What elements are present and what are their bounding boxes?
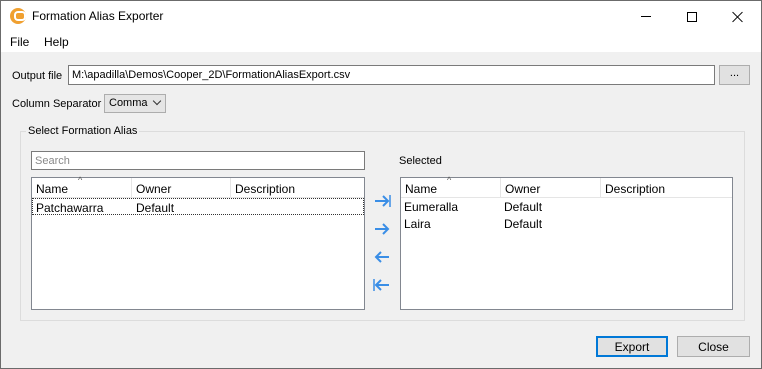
- column-description-header[interactable]: Description: [231, 178, 364, 198]
- close-window-button[interactable]: [715, 1, 761, 32]
- move-all-right-button[interactable]: [371, 219, 393, 239]
- selected-list-header: ^ Name Owner Description: [401, 175, 732, 198]
- column-owner-label: Owner: [505, 182, 541, 196]
- column-description-label: Description: [235, 182, 296, 196]
- available-list[interactable]: ^ Name Owner Description Patchawarra Def…: [31, 175, 365, 310]
- selected-row[interactable]: Laira Default: [401, 215, 732, 232]
- exporter-window: Formation Alias Exporter File Help Outpu…: [0, 0, 762, 369]
- selected-list[interactable]: ^ Name Owner Description Eumeralla Defau…: [400, 175, 733, 310]
- move-right-icon: [375, 195, 391, 207]
- row-owner: Default: [504, 217, 543, 231]
- move-left-button[interactable]: [371, 247, 393, 267]
- column-name-header[interactable]: ^ Name: [401, 175, 501, 198]
- window-title: Formation Alias Exporter: [32, 9, 164, 23]
- column-separator-select[interactable]: Comma: [104, 94, 166, 113]
- menu-bar: File Help: [1, 32, 761, 52]
- move-right-button[interactable]: [371, 191, 393, 211]
- row-name: Eumeralla: [404, 200, 459, 214]
- column-name-label: Name: [405, 182, 438, 196]
- search-input[interactable]: [31, 151, 365, 170]
- column-owner-header[interactable]: Owner: [132, 178, 231, 198]
- chevron-down-icon: [152, 96, 162, 106]
- row-owner: Default: [504, 200, 543, 214]
- column-separator-value: Comma: [109, 97, 148, 109]
- column-name-label: Name: [36, 182, 69, 196]
- available-list-header: ^ Name Owner Description: [32, 175, 364, 198]
- column-owner-label: Owner: [136, 182, 172, 196]
- column-description-header[interactable]: Description: [601, 178, 732, 198]
- minimize-icon: [641, 16, 651, 17]
- selected-label: Selected: [399, 155, 442, 167]
- row-owner: Default: [136, 201, 175, 215]
- app-logo-icon: [10, 8, 26, 24]
- group-title: Select Formation Alias: [26, 125, 140, 137]
- row-name: Laira: [404, 217, 431, 231]
- column-description-label: Description: [605, 182, 666, 196]
- sort-up-icon: ^: [447, 175, 452, 185]
- row-name: Patchawarra: [36, 201, 104, 215]
- move-all-right-icon: [375, 223, 390, 235]
- output-file-label: Output file: [12, 70, 63, 82]
- browse-button[interactable]: ...: [719, 65, 750, 85]
- maximize-icon: [687, 11, 697, 22]
- column-name-header[interactable]: ^ Name: [32, 175, 132, 198]
- close-button[interactable]: Close: [677, 336, 750, 357]
- export-button[interactable]: Export: [596, 336, 668, 357]
- move-all-left-button[interactable]: [371, 275, 393, 295]
- move-all-left-icon: [373, 279, 389, 291]
- column-separator-label: Column Separator: [12, 98, 102, 110]
- output-file-input[interactable]: [68, 65, 715, 85]
- title-bar: Formation Alias Exporter: [1, 1, 761, 32]
- menu-file[interactable]: File: [10, 35, 29, 49]
- selected-row[interactable]: Eumeralla Default: [401, 198, 732, 215]
- maximize-button[interactable]: [669, 1, 715, 32]
- sort-up-icon: ^: [78, 175, 83, 185]
- menu-help[interactable]: Help: [44, 35, 69, 49]
- close-icon: [732, 11, 744, 23]
- column-owner-header[interactable]: Owner: [501, 178, 601, 198]
- minimize-button[interactable]: [623, 1, 669, 32]
- available-row[interactable]: Patchawarra Default: [32, 198, 364, 215]
- move-left-icon: [374, 251, 389, 263]
